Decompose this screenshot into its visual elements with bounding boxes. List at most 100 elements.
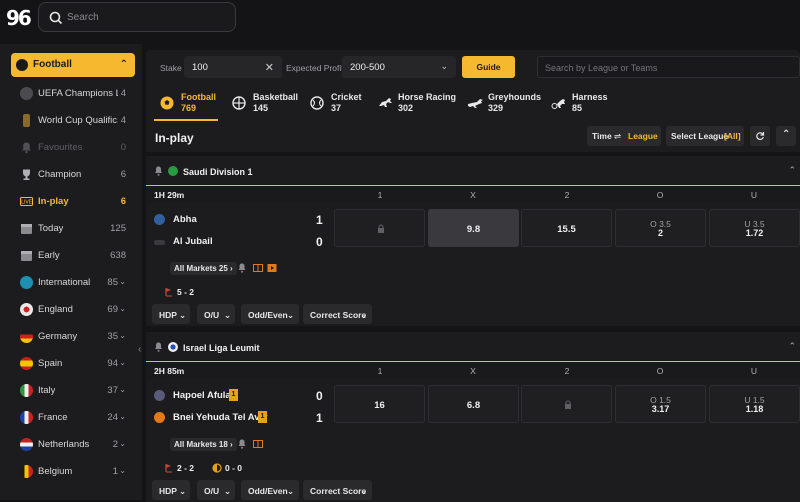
expected-profit-select[interactable]: 200-500 ⌄	[342, 56, 456, 78]
team-name: Al Jubail	[173, 236, 213, 247]
live-icon: LIVE	[20, 197, 33, 206]
market-tab-hdp[interactable]: HDP ⌄	[152, 480, 190, 500]
sidebar-item-count: 69	[107, 304, 118, 315]
sidebar-item-international[interactable]: International 85 ⌄	[0, 269, 136, 296]
pitch-view-icon[interactable]	[253, 439, 263, 449]
pitch-view-icon[interactable]	[253, 263, 263, 273]
sidebar: Football ⌃ UEFA Champions L... 4 World C…	[0, 44, 142, 500]
league-team-search-input[interactable]: Search by League or Teams	[537, 56, 800, 78]
sidebar-item-label: UEFA Champions L...	[38, 88, 118, 99]
corner-flag-icon	[165, 464, 172, 473]
select-league-label: Select League	[671, 131, 729, 141]
time-league-toggle[interactable]: Time ⇌ League	[587, 126, 661, 146]
market-tab-ou[interactable]: O/U ⌄	[197, 480, 235, 500]
team-crest-icon	[154, 412, 165, 423]
sidebar-item-italy[interactable]: Italy 37 ⌄	[0, 377, 136, 404]
sport-count: 145	[253, 103, 269, 113]
market-tab-ou[interactable]: O/U ⌄	[197, 304, 235, 324]
league-name: Israel Liga Leumit	[183, 343, 260, 353]
corner-stat: 5 - 2	[177, 287, 195, 297]
time-sort-label: Time	[592, 131, 612, 141]
all-markets-label: All Markets 25	[174, 264, 228, 273]
saudi-flag-icon	[168, 166, 178, 176]
odds-draw[interactable]: 9.8	[428, 209, 519, 247]
tab-football[interactable]: Football 769	[154, 89, 220, 121]
brand-logo[interactable]: 96	[6, 6, 32, 30]
sidebar-item-count: 4	[120, 115, 126, 126]
sidebar-item-world-cup-qualifiers[interactable]: World Cup Qualific... 4	[0, 107, 136, 134]
stake-input[interactable]: 100 ✕	[184, 56, 282, 78]
chevron-up-icon[interactable]: ⌃	[788, 165, 796, 176]
global-search-input[interactable]: Search	[38, 2, 236, 32]
market-tab-label: O/U	[204, 486, 220, 496]
col-draw: X	[470, 190, 476, 200]
collapse-all-button[interactable]: ⌃	[776, 126, 796, 146]
swap-icon: ⇌	[614, 131, 622, 141]
odds-value: 9.8	[466, 224, 481, 235]
market-tab-odd-even[interactable]: Odd/Even ⌄	[241, 304, 299, 324]
sidebar-item-champion[interactable]: Champion 6	[0, 161, 136, 188]
market-tab-label: Odd/Even	[248, 310, 288, 320]
sidebar-item-england[interactable]: England 69 ⌄	[0, 296, 136, 323]
sidebar-item-today[interactable]: Today 125	[0, 215, 136, 242]
bell-icon[interactable]	[154, 342, 163, 352]
clear-icon[interactable]: ✕	[265, 61, 274, 74]
sidebar-item-in-play[interactable]: LIVE In-play 6	[0, 188, 136, 215]
select-league-value: [All]	[724, 131, 741, 141]
col-under: U	[750, 366, 758, 376]
sidebar-item-germany[interactable]: Germany 35 ⌄	[0, 323, 136, 350]
all-markets-button[interactable]: All Markets 18 ›	[170, 438, 237, 451]
col-home: 1	[377, 190, 383, 200]
guide-details-button[interactable]: Guide details	[462, 56, 515, 94]
tab-basketball[interactable]: Basketball 145	[232, 89, 298, 119]
tab-harness[interactable]: Harness 85	[551, 89, 611, 119]
odds-home-locked[interactable]	[334, 209, 425, 247]
sidebar-item-uefa-champions-league[interactable]: UEFA Champions L... 4	[0, 80, 136, 107]
all-markets-button[interactable]: All Markets 25 ›	[170, 262, 237, 275]
tab-horse-racing[interactable]: Horse Racing 302	[377, 89, 456, 119]
odds-away[interactable]: 15.5	[521, 209, 612, 247]
basketball-icon	[232, 96, 246, 110]
france-flag-icon	[20, 411, 33, 424]
live-stream-icon[interactable]	[267, 263, 277, 273]
market-tab-hdp[interactable]: HDP ⌄	[152, 304, 190, 324]
market-tab-correct-score[interactable]: Correct Score ⌄	[303, 304, 372, 324]
bell-icon[interactable]	[237, 263, 247, 273]
odds-under[interactable]: U 3.5 1.72	[709, 209, 800, 247]
expected-profit-value: 200-500	[350, 62, 385, 73]
odds-value: 6.8	[466, 400, 481, 411]
collapse-sidebar-icon[interactable]: ‹	[138, 344, 141, 355]
league-header[interactable]: Saudi Division 1 ⌃	[146, 156, 800, 186]
select-league-button[interactable]: Select League [All]	[666, 126, 744, 146]
odds-home[interactable]: 16	[334, 385, 425, 423]
sidebar-item-favourites[interactable]: Favourites 0	[0, 134, 136, 161]
bell-icon[interactable]	[237, 439, 247, 449]
market-tab-correct-score[interactable]: Correct Score ⌄	[303, 480, 372, 500]
odds-value: 1.72	[745, 228, 764, 238]
chevron-up-icon[interactable]: ⌃	[788, 341, 796, 352]
sidebar-item-france[interactable]: France 24 ⌄	[0, 404, 136, 431]
sidebar-item-spain[interactable]: Spain 94 ⌄	[0, 350, 136, 377]
chevron-down-icon: ⌄	[119, 358, 126, 367]
sidebar-item-count: 37	[107, 385, 118, 396]
market-tab-odd-even[interactable]: Odd/Even ⌄	[241, 480, 299, 500]
bell-icon[interactable]	[154, 166, 163, 176]
league-header[interactable]: Israel Liga Leumit ⌃	[146, 332, 800, 362]
tab-cricket[interactable]: Cricket 37	[310, 89, 362, 119]
globe-icon	[20, 276, 33, 289]
odds-over[interactable]: O 3.5 2	[615, 209, 706, 247]
sidebar-item-belgium[interactable]: Belgium 1 ⌄	[0, 458, 136, 485]
odds-over[interactable]: O 1.5 3.17	[615, 385, 706, 423]
sidebar-item-count: 4	[120, 88, 126, 99]
lock-icon	[565, 400, 571, 409]
odds-under[interactable]: U 1.5 1.18	[709, 385, 800, 423]
tab-greyhounds[interactable]: Greyhounds 329	[467, 89, 541, 119]
odds-draw[interactable]: 6.8	[428, 385, 519, 423]
sidebar-item-netherlands[interactable]: Netherlands 2 ⌄	[0, 431, 136, 458]
odds-away-locked[interactable]	[521, 385, 612, 423]
possession-icon	[212, 463, 222, 473]
refresh-button[interactable]	[750, 126, 770, 146]
market-tab-label: Odd/Even	[248, 486, 288, 496]
sidebar-sport-header[interactable]: Football ⌃	[11, 53, 135, 77]
sidebar-item-early[interactable]: Early 638	[0, 242, 136, 269]
